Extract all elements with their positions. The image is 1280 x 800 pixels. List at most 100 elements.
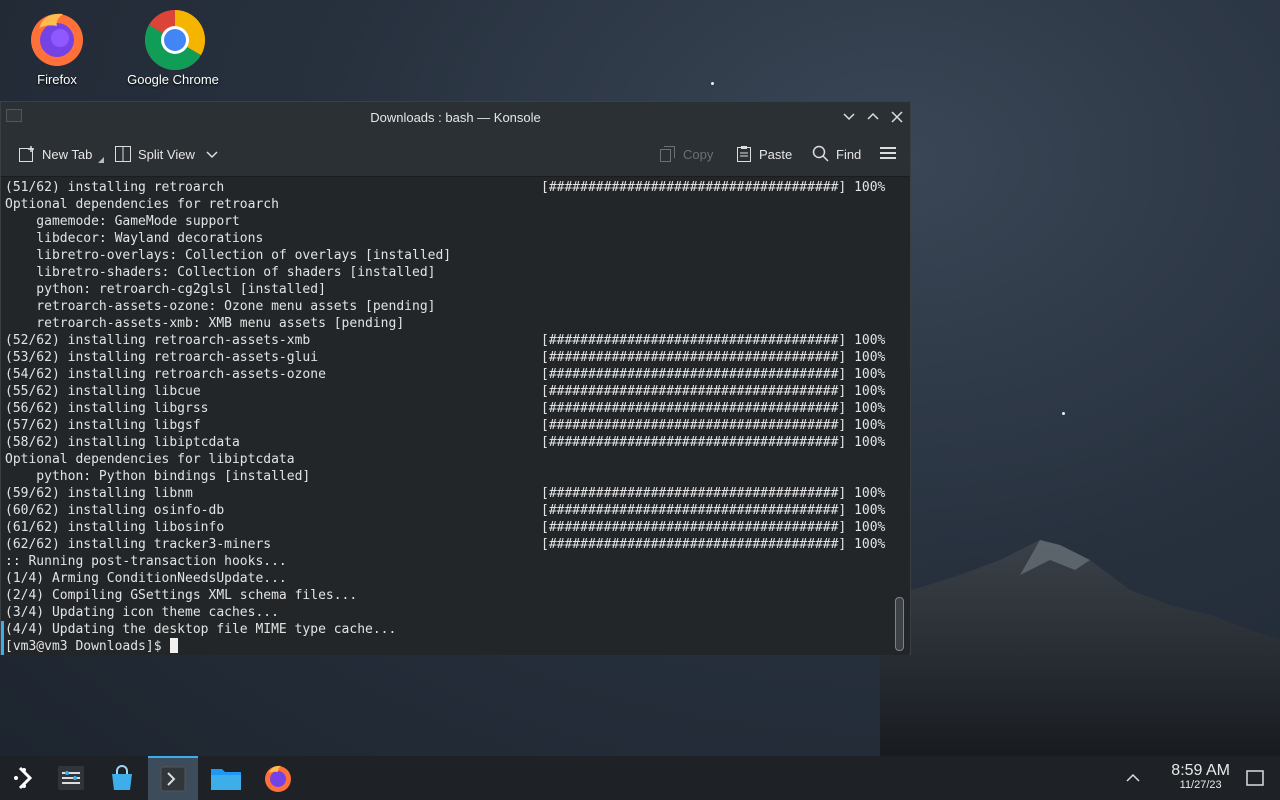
line-marker <box>1 621 4 638</box>
split-view-button[interactable]: Split View <box>114 145 219 163</box>
terminal-line: libretro-overlays: Collection of overlay… <box>5 248 452 263</box>
terminal-output[interactable]: (51/62) installing retroarch [###########… <box>1 177 890 655</box>
terminal-line: (57/62) installing libgsf <box>5 418 201 433</box>
desktop-icon-firefox[interactable]: Firefox <box>2 0 112 87</box>
find-button[interactable]: Find <box>812 145 861 163</box>
progress-bar-text: [#####################################] … <box>541 435 886 450</box>
terminal-scrollbar[interactable] <box>889 177 909 655</box>
new-tab-label: New Tab <box>42 146 93 162</box>
terminal-line: :: Running post-transaction hooks... <box>5 554 287 569</box>
terminal-line: libretro-shaders: Collection of shaders … <box>5 265 436 280</box>
taskbar-dolphin[interactable] <box>201 756 251 800</box>
chrome-icon <box>143 8 206 71</box>
terminal-line: (51/62) installing retroarch <box>5 180 225 195</box>
terminal-line: libdecor: Wayland decorations <box>5 231 264 246</box>
line-marker <box>1 638 4 655</box>
progress-bar-text: [#####################################] … <box>541 180 886 195</box>
desktop-icon-google-chrome[interactable]: Google Chrome <box>118 0 228 87</box>
split-view-label: Split View <box>138 146 195 162</box>
maximize-button[interactable] <box>864 108 882 126</box>
terminal-line: (59/62) installing libnm <box>5 486 193 501</box>
text-cursor <box>170 638 179 653</box>
find-label: Find <box>836 146 862 162</box>
terminal-line: (61/62) installing libosinfo <box>5 520 225 535</box>
copy-icon <box>660 146 675 162</box>
terminal-line: Optional dependencies for libiptcdata <box>5 452 295 467</box>
terminal-line: (53/62) installing retroarch-assets-glui <box>5 350 319 365</box>
settings-sliders-icon <box>58 766 84 790</box>
taskbar-discover[interactable] <box>97 756 147 800</box>
close-button[interactable] <box>888 108 906 126</box>
desktop-icon-label: Google Chrome <box>127 72 219 87</box>
scrollbar-thumb[interactable] <box>895 597 904 651</box>
progress-bar-text: [#####################################] … <box>541 333 886 348</box>
shell-prompt[interactable]: [vm3@vm3 Downloads]$ <box>5 638 179 655</box>
chevron-down-icon <box>206 151 218 159</box>
terminal-line: (60/62) installing osinfo-db <box>5 503 225 518</box>
prompt-text: [vm3@vm3 Downloads]$ <box>5 639 170 654</box>
taskbar: 8:59 AM 11/27/23 <box>0 756 1280 800</box>
terminal-line: gamemode: GameMode support <box>5 214 240 229</box>
show-desktop-button[interactable] <box>1230 756 1280 800</box>
new-tab-button[interactable]: New Tab <box>18 145 105 163</box>
toolbar: New Tab Split View Copy Paste Find <box>1 132 910 211</box>
taskbar-konsole[interactable] <box>148 756 198 800</box>
title-bar[interactable]: Downloads : bash — Konsole <box>1 102 910 132</box>
hamburger-menu-button[interactable] <box>879 144 897 162</box>
terminal-icon <box>160 766 186 792</box>
chevron-up-icon <box>1126 773 1140 782</box>
hamburger-menu-icon <box>880 147 896 159</box>
progress-bar-text: [#####################################] … <box>541 520 886 535</box>
search-icon <box>812 145 829 162</box>
progress-bar-text: [#####################################] … <box>541 367 886 382</box>
firefox-icon <box>27 8 87 68</box>
store-bag-icon <box>112 765 132 790</box>
paste-label: Paste <box>759 146 793 162</box>
system-tray-expander[interactable] <box>1108 756 1158 800</box>
new-tab-icon <box>19 146 34 162</box>
progress-bar-text: [#####################################] … <box>541 486 886 501</box>
terminal-line: (4/4) Updating the desktop file MIME typ… <box>5 622 397 637</box>
progress-bar-text: [#####################################] … <box>541 537 886 552</box>
star <box>711 82 714 85</box>
chevron-down-icon <box>843 113 855 121</box>
terminal-line: (58/62) installing libiptcdata <box>5 435 240 450</box>
terminal-line: (55/62) installing libcue <box>5 384 201 399</box>
steamdeck-launcher-icon <box>14 766 33 790</box>
terminal-line: (52/62) installing retroarch-assets-xmb <box>5 333 311 348</box>
terminal-line: retroarch-assets-xmb: XMB menu assets [p… <box>5 316 405 331</box>
copy-label: Copy <box>683 146 714 162</box>
taskbar-firefox[interactable] <box>253 756 303 800</box>
terminal-line: python: retroarch-cg2glsl [installed] <box>5 282 326 297</box>
paste-icon <box>737 146 751 162</box>
paste-button[interactable]: Paste <box>735 145 792 163</box>
close-icon <box>891 111 903 123</box>
minimize-button[interactable] <box>840 108 858 126</box>
taskbar-system-settings[interactable] <box>46 756 96 800</box>
window-title: Downloads : bash — Konsole <box>370 110 541 125</box>
chevron-up-icon <box>867 112 879 120</box>
terminal-line: Optional dependencies for retroarch <box>5 197 279 212</box>
progress-bar-text: [#####################################] … <box>541 418 886 433</box>
konsole-window: Downloads : bash — Konsole New Tab Split… <box>0 101 911 655</box>
terminal-line: retroarch-assets-ozone: Ozone menu asset… <box>5 299 436 314</box>
progress-bar-text: [#####################################] … <box>541 384 886 399</box>
progress-bar-text: [#####################################] … <box>541 401 886 416</box>
progress-bar-text: [#####################################] … <box>541 350 886 365</box>
folder-icon <box>211 769 241 790</box>
terminal-line: (54/62) installing retroarch-assets-ozon… <box>5 367 326 382</box>
digital-clock[interactable]: 8:59 AM 11/27/23 <box>1171 762 1230 791</box>
terminal-line: python: Python bindings [installed] <box>5 469 311 484</box>
dropdown-corner-icon <box>98 157 105 163</box>
terminal-line: (2/4) Compiling GSettings XML schema fil… <box>5 588 358 603</box>
terminal-line: (62/62) installing tracker3-miners <box>5 537 272 552</box>
firefox-icon <box>265 765 291 792</box>
show-desktop-icon <box>1246 770 1264 786</box>
clock-date: 11/27/23 <box>1179 779 1222 791</box>
terminal-line: (3/4) Updating icon theme caches... <box>5 605 279 620</box>
terminal-line: (56/62) installing libgrss <box>5 401 209 416</box>
copy-button[interactable]: Copy <box>659 145 713 163</box>
desktop-icon-label: Firefox <box>37 72 77 87</box>
application-launcher-button[interactable] <box>0 756 50 800</box>
progress-bar-text: [#####################################] … <box>541 503 886 518</box>
